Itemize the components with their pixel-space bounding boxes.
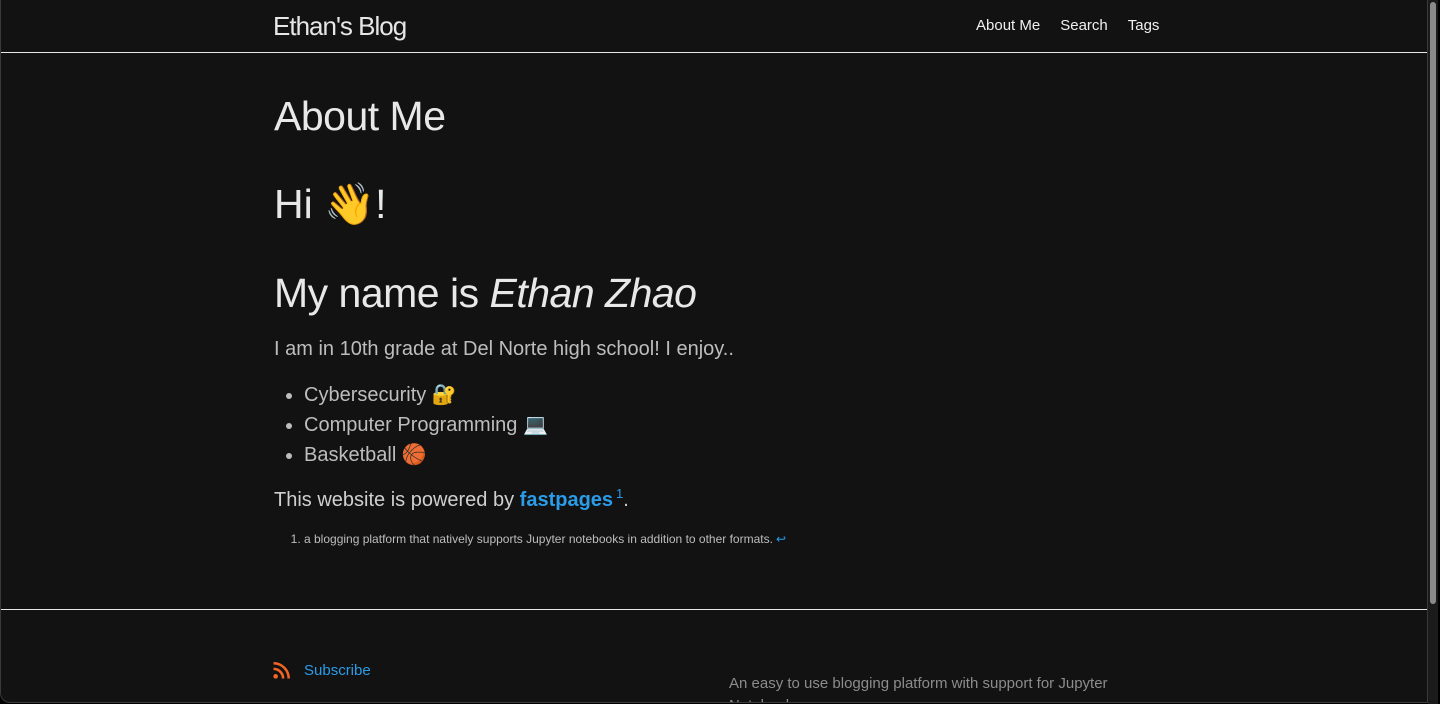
nav-link-tags[interactable]: Tags xyxy=(1128,17,1160,34)
site-nav: About Me Search Tags xyxy=(976,17,1179,34)
scrollbar-thumb[interactable] xyxy=(1430,2,1436,604)
powered-by-text: This website is powered by fastpages 1. xyxy=(274,486,629,512)
intro-text: I am in 10th grade at Del Norte high sch… xyxy=(274,338,734,360)
rss-icon xyxy=(273,662,290,679)
nav-link-search[interactable]: Search xyxy=(1060,17,1108,34)
fastpages-link[interactable]: fastpages xyxy=(520,489,613,511)
powered-by-prefix: This website is powered by xyxy=(274,489,520,511)
footnotes-list: a blogging platform that natively suppor… xyxy=(274,532,786,546)
subscribe-link[interactable]: Subscribe xyxy=(273,662,371,679)
list-item: Basketball 🏀 xyxy=(304,440,548,470)
footer-description: An easy to use blogging platform with su… xyxy=(729,675,1108,702)
powered-by-suffix: . xyxy=(623,489,629,511)
author-name: Ethan Zhao xyxy=(489,270,698,316)
nav-link-about-me[interactable]: About Me xyxy=(976,17,1040,34)
footnote-backref-link[interactable]: ↩ xyxy=(776,532,786,546)
list-item: Computer Programming 💻 xyxy=(304,410,548,440)
name-heading-prefix: My name is xyxy=(274,270,490,316)
subscribe-label: Subscribe xyxy=(304,662,371,679)
greeting-heading: Hi 👋! xyxy=(274,181,387,227)
list-item: Cybersecurity 🔐 xyxy=(304,380,548,410)
site-header: Ethan's Blog About Me Search Tags xyxy=(1,0,1427,53)
vertical-scrollbar[interactable] xyxy=(1428,0,1438,704)
interests-list: Cybersecurity 🔐 Computer Programming 💻 B… xyxy=(274,380,548,470)
page-title: About Me xyxy=(274,93,446,139)
browser-viewport: Ethan's Blog About Me Search Tags About … xyxy=(0,0,1428,703)
site-footer: Subscribe An easy to use blogging platfo… xyxy=(1,609,1427,702)
name-heading: My name is Ethan Zhao xyxy=(274,270,697,317)
footnote-item: a blogging platform that natively suppor… xyxy=(304,532,786,546)
footnote-text: a blogging platform that natively suppor… xyxy=(304,532,773,546)
site-title-link[interactable]: Ethan's Blog xyxy=(273,11,407,42)
